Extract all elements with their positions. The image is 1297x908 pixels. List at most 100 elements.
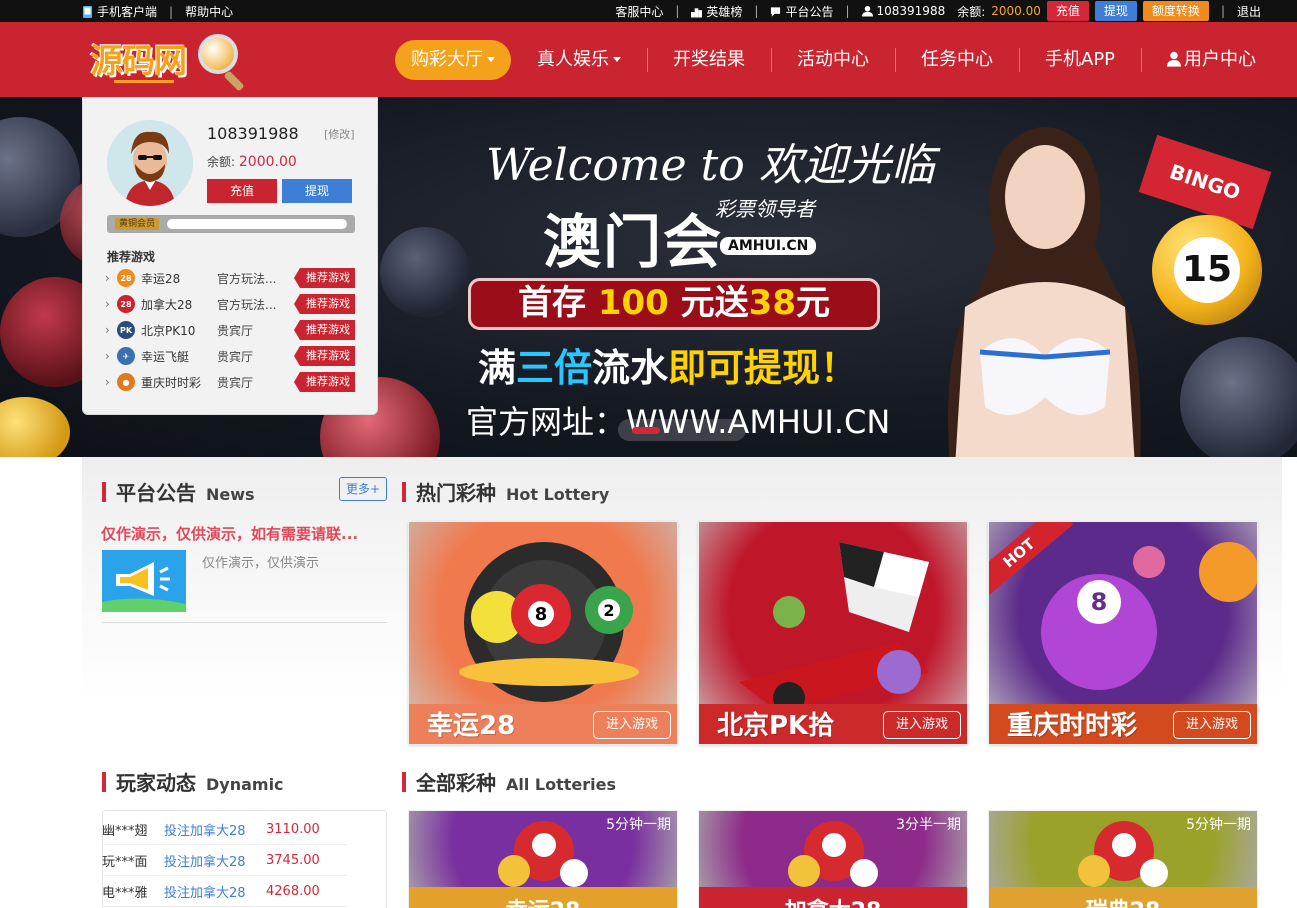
nav-task-center[interactable]: 任务中心 bbox=[895, 40, 1019, 80]
edit-profile-link[interactable]: [修改] bbox=[324, 126, 355, 142]
chevron-right-icon: › bbox=[105, 297, 110, 311]
race-car-image bbox=[739, 542, 929, 714]
all-lotteries-header: 全部彩种 All Lotteries bbox=[402, 767, 616, 796]
top-bar: 手机客户端 | 帮助中心 客服中心 | 英雄榜 | 平台公告 | 1083919… bbox=[0, 0, 1297, 22]
recommended-game-row[interactable]: › ✈ 幸运飞艇 贵宾厅 推荐游戏 bbox=[105, 345, 355, 367]
username: 108391988 bbox=[207, 124, 299, 143]
logout-link[interactable]: 退出 bbox=[1237, 3, 1261, 20]
withdraw-button[interactable]: 提现 bbox=[1094, 1, 1137, 21]
recharge-button[interactable]: 充值 bbox=[1046, 1, 1089, 21]
nav-live-casino[interactable]: 真人娱乐 bbox=[511, 40, 647, 80]
nav-lottery-hall[interactable]: 购彩大厅 bbox=[395, 40, 511, 80]
enter-game-button[interactable]: 进入游戏 bbox=[883, 711, 961, 739]
nav-draw-results[interactable]: 开奖结果 bbox=[647, 40, 771, 80]
user-card: 108391988 [修改] 余额: 2000.00 充值 提现 黄铜会员 推荐… bbox=[82, 97, 378, 415]
game-mode: 贵宾厅 bbox=[217, 375, 254, 390]
svg-text:8: 8 bbox=[1091, 588, 1108, 616]
recommended-game-row[interactable]: › ● 重庆时时彩 贵宾厅 推荐游戏 bbox=[105, 371, 355, 393]
dynamic-row: 幽***翅 投注加拿大28 3110.00 bbox=[102, 815, 347, 845]
recommended-tag[interactable]: 推荐游戏 bbox=[294, 268, 355, 288]
recommended-tag[interactable]: 推荐游戏 bbox=[294, 320, 355, 340]
bet-action[interactable]: 投注加拿大28 bbox=[164, 851, 266, 870]
bet-action[interactable]: 投注加拿大28 bbox=[164, 882, 266, 901]
news-thumbnail[interactable] bbox=[102, 550, 186, 612]
account-link[interactable]: 108391988 bbox=[861, 4, 945, 18]
draw-period: 5分钟一期 bbox=[1186, 817, 1251, 833]
dynamic-header: 玩家动态 Dynamic bbox=[102, 767, 284, 796]
banner-condition: 满三倍流水即可提现！ bbox=[478, 346, 859, 390]
banner-domain-badge: AMHUI.CN bbox=[720, 237, 817, 255]
user-icon bbox=[861, 5, 873, 17]
banner-model-image bbox=[948, 127, 1141, 457]
nav-activity-center[interactable]: 活动中心 bbox=[771, 40, 895, 80]
news-headline[interactable]: 仅作演示，仅供演示，如有需要请联... bbox=[101, 523, 358, 544]
magnifier-icon bbox=[198, 34, 238, 74]
game-mode: 贵宾厅 bbox=[217, 349, 254, 364]
player-name: 电***雅 bbox=[102, 886, 148, 901]
logo[interactable]: 源码网 bbox=[90, 30, 250, 92]
news-excerpt: 仅作演示，仅供演示 bbox=[202, 556, 320, 571]
service-center-link[interactable]: 客服中心 bbox=[615, 3, 663, 20]
carousel-dot-active[interactable] bbox=[632, 427, 660, 434]
chevron-right-icon: › bbox=[105, 375, 110, 389]
game-name: 幸运飞艇 bbox=[141, 349, 190, 364]
lottery-card[interactable]: 3分半一期加拿大28 bbox=[698, 810, 968, 908]
more-news-button[interactable]: 更多+ bbox=[339, 477, 387, 501]
card-withdraw-button[interactable]: 提现 bbox=[282, 179, 352, 203]
card-lottery-name: 幸运28 bbox=[427, 711, 516, 741]
bet-action[interactable]: 投注加拿大28 bbox=[164, 820, 266, 839]
draw-period: 5分钟一期 bbox=[606, 817, 671, 833]
game-name: 加拿大28 bbox=[141, 297, 193, 312]
recommended-tag[interactable]: 推荐游戏 bbox=[294, 294, 355, 314]
player-name: 幽***翅 bbox=[102, 824, 148, 839]
header: 源码网 购彩大厅 真人娱乐 开奖结果 活动中心 任务中心 手机APP 用户中心 bbox=[0, 22, 1297, 97]
bet-amount: 4268.00 bbox=[266, 884, 320, 899]
level-progress: 黄铜会员 bbox=[107, 215, 355, 233]
news-header: 平台公告 News bbox=[102, 477, 255, 506]
lottery-name: 幸运28 bbox=[409, 893, 677, 908]
heroes-link[interactable]: 英雄榜 bbox=[691, 3, 742, 20]
draw-period: 3分半一期 bbox=[896, 817, 961, 833]
chevron-down-icon bbox=[613, 57, 621, 62]
megaphone-icon bbox=[102, 550, 186, 612]
user-balance: 余额: 2000.00 bbox=[207, 154, 297, 170]
nav-mobile-app[interactable]: 手机APP bbox=[1019, 40, 1141, 80]
balance-label: 余额: bbox=[957, 4, 986, 19]
bet-amount: 3110.00 bbox=[266, 822, 320, 837]
avatar[interactable] bbox=[107, 120, 193, 206]
mobile-icon bbox=[83, 6, 92, 18]
hot-lottery-card[interactable]: 北京PK拾 进入游戏 bbox=[698, 521, 968, 745]
transfer-button[interactable]: 额度转换 bbox=[1142, 1, 1209, 21]
enter-game-button[interactable]: 进入游戏 bbox=[593, 711, 671, 739]
hot-lottery-header: 热门彩种 Hot Lottery bbox=[402, 477, 609, 506]
recommended-tag[interactable]: 推荐游戏 bbox=[294, 372, 355, 392]
card-lottery-name: 北京PK拾 bbox=[717, 711, 835, 741]
lottery-card[interactable]: 5分钟一期瑞典28 bbox=[988, 810, 1258, 908]
game-icon: PK bbox=[117, 321, 135, 339]
hot-lottery-card[interactable]: 8 HOT 重庆时时彩 进入游戏 bbox=[988, 521, 1258, 745]
carousel-indicator[interactable] bbox=[618, 419, 746, 441]
nav-user-center[interactable]: 用户中心 bbox=[1141, 40, 1282, 80]
mobile-client-link[interactable]: 手机客户端 bbox=[82, 3, 157, 20]
recommended-tag[interactable]: 推荐游戏 bbox=[294, 346, 355, 366]
avatar-icon bbox=[107, 120, 193, 206]
game-icon: 28 bbox=[117, 269, 135, 287]
game-name: 北京PK10 bbox=[141, 323, 196, 338]
game-mode: 官方玩法... bbox=[217, 271, 277, 286]
recommended-game-row[interactable]: › PK 北京PK10 贵宾厅 推荐游戏 bbox=[105, 319, 355, 341]
recommended-game-row[interactable]: › 28 加拿大28 官方玩法... 推荐游戏 bbox=[105, 293, 355, 315]
game-mode: 贵宾厅 bbox=[217, 323, 254, 338]
dynamic-row: 玩***面 投注加拿大28 3745.00 bbox=[102, 846, 347, 876]
game-name: 重庆时时彩 bbox=[141, 375, 202, 390]
help-center-link[interactable]: 帮助中心 bbox=[185, 3, 233, 20]
card-recharge-button[interactable]: 充值 bbox=[207, 179, 277, 203]
lottery-balls-image: 82 bbox=[459, 542, 639, 702]
enter-game-button[interactable]: 进入游戏 bbox=[1173, 711, 1251, 739]
hot-lottery-card[interactable]: 8 2 幸运28 进入游戏 bbox=[408, 521, 678, 745]
platform-notice-link[interactable]: 平台公告 bbox=[770, 3, 833, 20]
lottery-card[interactable]: 5分钟一期幸运28 bbox=[408, 810, 678, 908]
game-icon: ● bbox=[117, 373, 135, 391]
svg-text:8: 8 bbox=[535, 604, 548, 625]
chevron-right-icon: › bbox=[105, 323, 110, 337]
recommended-game-row[interactable]: › 28 幸运28 官方玩法... 推荐游戏 bbox=[105, 267, 355, 289]
